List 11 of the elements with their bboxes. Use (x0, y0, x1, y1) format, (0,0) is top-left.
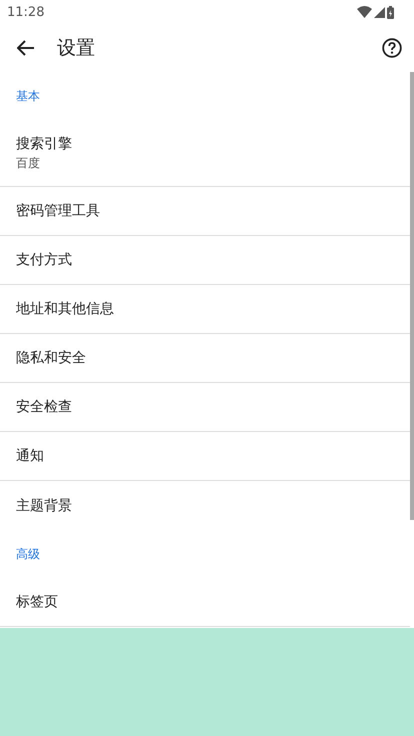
page-title: 设置 (57, 36, 96, 61)
settings-item[interactable]: 标签页 (0, 578, 410, 627)
section-header: 高级 (16, 546, 40, 562)
back-arrow-icon[interactable] (17, 40, 35, 56)
wifi-icon (357, 6, 372, 18)
signal-icon (374, 6, 385, 18)
section-header: 基本 (16, 88, 40, 104)
help-icon[interactable] (382, 38, 402, 58)
battery-icon (387, 6, 394, 18)
status-time: 11:28 (7, 4, 44, 20)
settings-item[interactable]: 主题背景 (0, 481, 410, 530)
